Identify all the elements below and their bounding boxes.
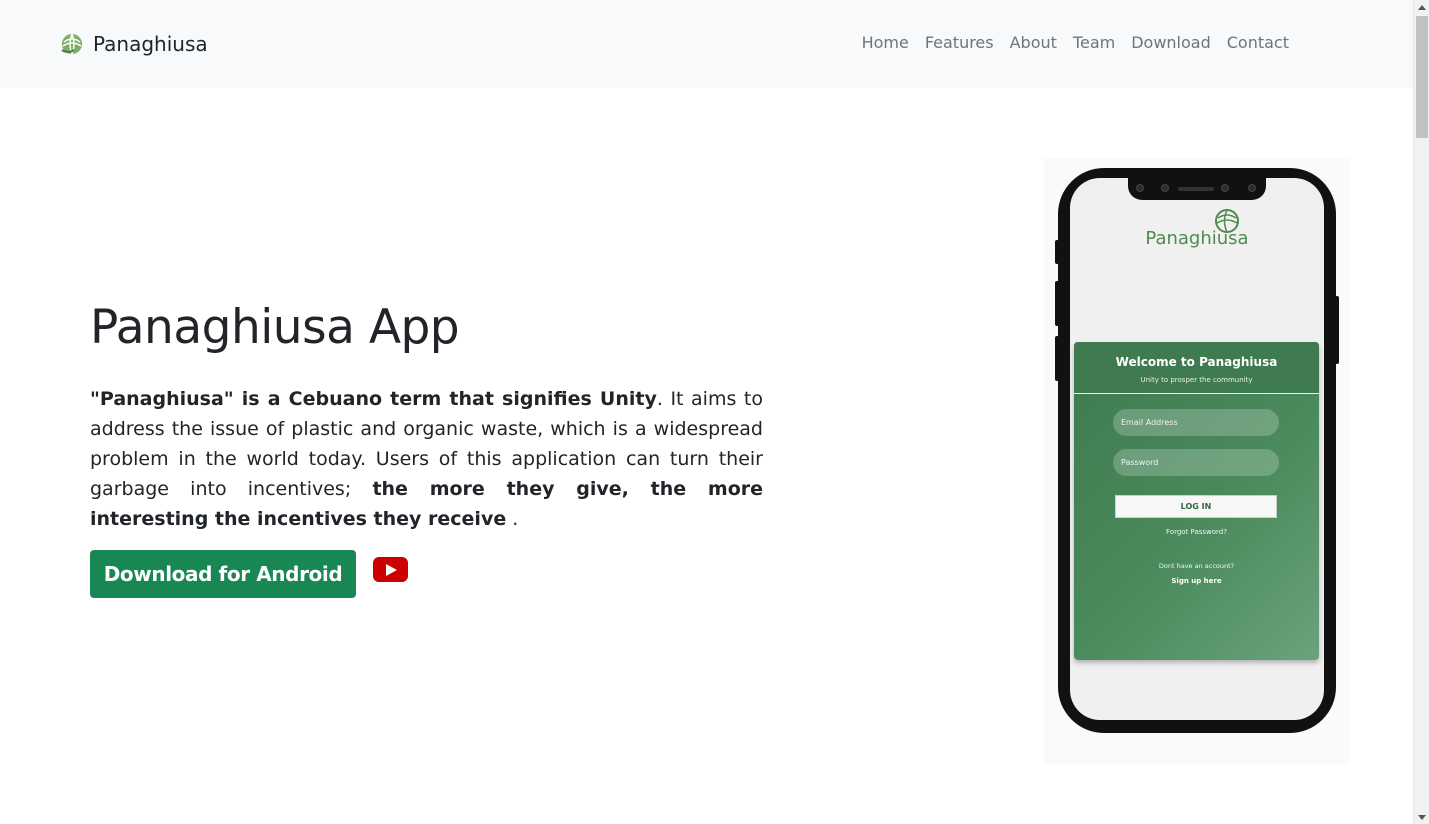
app-name: Panaghiusa — [1145, 228, 1249, 249]
hero-description: "Panaghiusa" is a Cebuano term that sign… — [90, 384, 763, 534]
nav-home[interactable]: Home — [862, 33, 909, 52]
login-title: Welcome to Panaghiusa — [1115, 355, 1278, 369]
hero-description-bold-start: "Panaghiusa" is a Cebuano term that sign… — [90, 388, 657, 410]
sensor-icon — [1248, 184, 1256, 192]
login-subtitle: Unity to prosper the community — [1140, 376, 1253, 384]
nav-about[interactable]: About — [1010, 33, 1057, 52]
vertical-scrollbar[interactable] — [1413, 0, 1429, 824]
phone-frame: Panaghiusa Welcome to Panaghiusa Unity t… — [1055, 168, 1339, 733]
play-triangle — [386, 563, 397, 576]
page: Panaghiusa Home Features About Team Down… — [0, 0, 1429, 824]
phone-volume-up — [1055, 281, 1059, 326]
nav-contact[interactable]: Contact — [1227, 33, 1289, 52]
sensor-icon — [1221, 184, 1229, 192]
camera-icon — [1136, 184, 1144, 192]
leaf-globe-icon — [61, 33, 82, 55]
youtube-play-icon[interactable] — [373, 557, 408, 582]
nav-team[interactable]: Team — [1073, 33, 1115, 52]
phone-mockup: Panaghiusa Welcome to Panaghiusa Unity t… — [1044, 158, 1350, 764]
brand-name: Panaghiusa — [93, 32, 208, 56]
signup-link[interactable]: Sign up here — [1074, 577, 1319, 585]
phone-notch — [1128, 178, 1266, 200]
speaker-grille — [1178, 187, 1214, 191]
login-button[interactable]: LOG IN — [1115, 495, 1277, 518]
scroll-up-arrow-icon[interactable] — [1418, 5, 1426, 10]
navbar: Panaghiusa Home Features About Team Down… — [0, 0, 1413, 88]
download-android-button[interactable]: Download for Android — [90, 550, 356, 598]
hero-description-end: . — [506, 508, 519, 530]
scrollbar-thumb[interactable] — [1416, 16, 1428, 138]
phone-side-button — [1055, 240, 1059, 264]
login-card: Welcome to Panaghiusa Unity to prosper t… — [1074, 342, 1319, 660]
main-nav: Home Features About Team Download Contac… — [862, 33, 1289, 52]
no-account-text: Dont have an account? — [1158, 562, 1235, 570]
scroll-down-arrow-icon[interactable] — [1418, 815, 1426, 820]
brand-link[interactable]: Panaghiusa — [60, 30, 208, 58]
forgot-password-link[interactable]: Forgot Password? — [1074, 528, 1319, 536]
phone-screen: Panaghiusa Welcome to Panaghiusa Unity t… — [1070, 178, 1324, 720]
phone-power-button — [1335, 296, 1339, 364]
nav-download[interactable]: Download — [1131, 33, 1211, 52]
camera-icon — [1161, 184, 1169, 192]
nav-features[interactable]: Features — [925, 33, 994, 52]
hero-title: Panaghiusa App — [90, 300, 460, 355]
password-field[interactable]: Password — [1113, 449, 1279, 476]
email-field[interactable]: Email Address — [1113, 409, 1279, 436]
phone-volume-down — [1055, 336, 1059, 381]
